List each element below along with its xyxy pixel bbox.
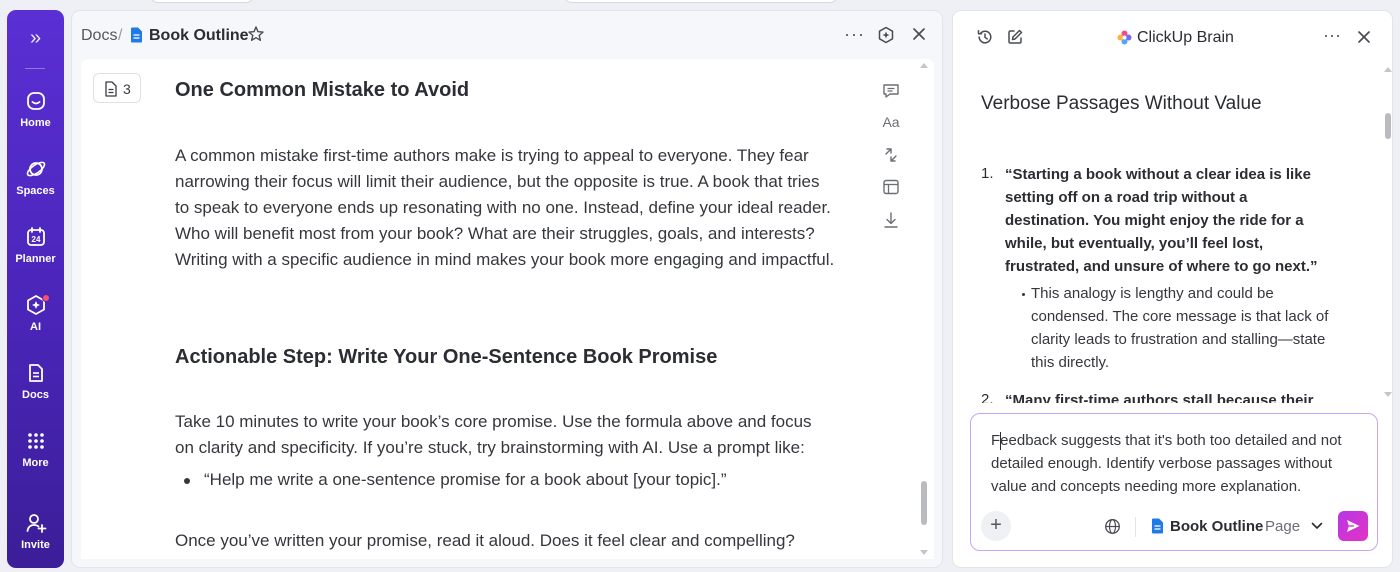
context-selector[interactable]: Book Outline	[1170, 518, 1263, 535]
brain-scrollbar[interactable]	[1384, 67, 1392, 397]
prompt-input[interactable]: Feedback suggests that it's both too det…	[991, 429, 1363, 498]
list-item: “Help me write a one-sentence promise fo…	[184, 467, 727, 493]
sidebar-item-more[interactable]: More	[7, 430, 64, 469]
top-tab-clipped[interactable]	[150, 0, 254, 3]
brain-title: ClickUp Brain	[1137, 29, 1234, 46]
sidebar-item-ai[interactable]: AI	[7, 294, 64, 333]
add-attachment-button[interactable]: +	[981, 511, 1011, 541]
list-number: 2.	[981, 391, 994, 403]
clickup-brain-logo-icon	[1117, 30, 1132, 45]
notification-dot	[42, 294, 50, 302]
sidebar-item-spaces[interactable]: Spaces	[7, 158, 64, 197]
star-icon[interactable]	[247, 25, 265, 43]
doc-header: Docs / Book Outline ···	[72, 11, 942, 59]
sidebar-item-label: Docs	[22, 389, 49, 401]
document-icon	[131, 27, 142, 43]
close-icon[interactable]	[1355, 28, 1373, 46]
scroll-down-arrow[interactable]	[1384, 392, 1392, 397]
section-heading: Actionable Step: Write Your One-Sentence…	[175, 346, 718, 368]
more-options-button[interactable]: ···	[844, 24, 865, 45]
sidebar-item-docs[interactable]: Docs	[7, 362, 64, 401]
sidebar-item-home[interactable]: Home	[7, 90, 64, 129]
calendar-icon: 24	[26, 227, 45, 246]
text-caret	[1000, 432, 1001, 450]
sidebar-item-label: More	[22, 457, 49, 469]
brain-prompt-box: Feedback suggests that it's both too det…	[970, 413, 1378, 551]
subpages-count: 3	[123, 81, 131, 97]
sidebar-item-label: AI	[30, 321, 41, 333]
bullet-dot	[1022, 293, 1025, 296]
section-heading: One Common Mistake to Avoid	[175, 79, 470, 101]
breadcrumb-docs[interactable]: Docs	[81, 27, 117, 45]
sync-icon[interactable]	[881, 145, 901, 165]
brain-response: Verbose Passages Without Value 1. “Start…	[953, 71, 1379, 403]
doc-icon	[28, 364, 43, 382]
scroll-up-arrow[interactable]	[1384, 67, 1392, 72]
sidebar-item-planner[interactable]: 24 Planner	[7, 226, 64, 265]
globe-icon[interactable]	[1104, 518, 1121, 535]
brain-more-button[interactable]: ···	[1323, 25, 1341, 46]
scroll-down-arrow[interactable]	[920, 550, 928, 555]
add-user-icon	[26, 514, 46, 533]
suggestion-text: This analogy is lengthy and could be con…	[1031, 285, 1329, 371]
top-search-clipped[interactable]	[564, 0, 838, 3]
planet-icon	[26, 161, 45, 177]
comment-icon[interactable]	[881, 81, 901, 101]
quoted-passage: “Many first-time authors stall because t…	[1005, 392, 1314, 403]
paragraph: Once you’ve written your promise, read i…	[175, 531, 795, 550]
expand-sidebar-button[interactable]: »	[7, 28, 64, 48]
pages-icon	[105, 81, 117, 97]
left-sidebar: » Home Spaces 24 Planner AI Docs More In…	[7, 10, 64, 568]
context-type: Page	[1265, 518, 1301, 535]
paragraph: A common mistake first-time authors make…	[175, 146, 835, 269]
paragraph: Take 10 minutes to write your book’s cor…	[175, 412, 812, 457]
home-icon	[26, 92, 45, 110]
top-strip	[0, 0, 1400, 6]
send-icon	[1347, 520, 1360, 532]
sidebar-item-label: Planner	[15, 253, 56, 265]
chevron-down-icon[interactable]	[1311, 521, 1323, 531]
download-icon[interactable]	[881, 210, 901, 230]
close-icon[interactable]	[910, 25, 928, 43]
clickup-brain-panel: ClickUp Brain ··· Verbose Passages Witho…	[952, 10, 1393, 568]
subpages-badge[interactable]: 3	[93, 73, 141, 103]
layout-icon[interactable]	[881, 177, 901, 197]
scroll-up-arrow[interactable]	[920, 63, 928, 68]
doc-title[interactable]: Book Outline	[149, 27, 249, 45]
new-chat-icon[interactable]	[1006, 28, 1024, 46]
sidebar-item-label: Spaces	[16, 185, 55, 197]
grid-icon	[27, 433, 44, 449]
doc-panel: Docs / Book Outline ··· 3 One Common Mis…	[71, 10, 943, 568]
scroll-thumb[interactable]	[921, 481, 927, 525]
svg-text:24: 24	[31, 235, 40, 244]
divider	[1135, 517, 1136, 537]
invite-button[interactable]: Invite	[7, 512, 64, 551]
scroll-thumb[interactable]	[1385, 113, 1391, 139]
ai-brain-icon[interactable]	[877, 26, 895, 44]
doc-scrollbar[interactable]	[920, 63, 928, 555]
sidebar-divider	[25, 68, 45, 69]
list-item-text: “Help me write a one-sentence promise fo…	[204, 470, 727, 489]
history-icon[interactable]	[976, 28, 994, 46]
response-heading: Verbose Passages Without Value	[981, 93, 1262, 114]
send-button[interactable]	[1338, 511, 1368, 541]
list-number: 1.	[981, 165, 994, 182]
breadcrumb-separator: /	[118, 27, 123, 44]
invite-label: Invite	[21, 539, 50, 551]
sidebar-item-label: Home	[20, 117, 51, 129]
font-settings-button[interactable]: Aa	[881, 112, 901, 132]
quoted-passage: “Starting a book without a clear idea is…	[1005, 166, 1318, 275]
document-icon	[1152, 518, 1163, 534]
doc-editor[interactable]: 3 One Common Mistake to Avoid A common m…	[81, 59, 934, 559]
